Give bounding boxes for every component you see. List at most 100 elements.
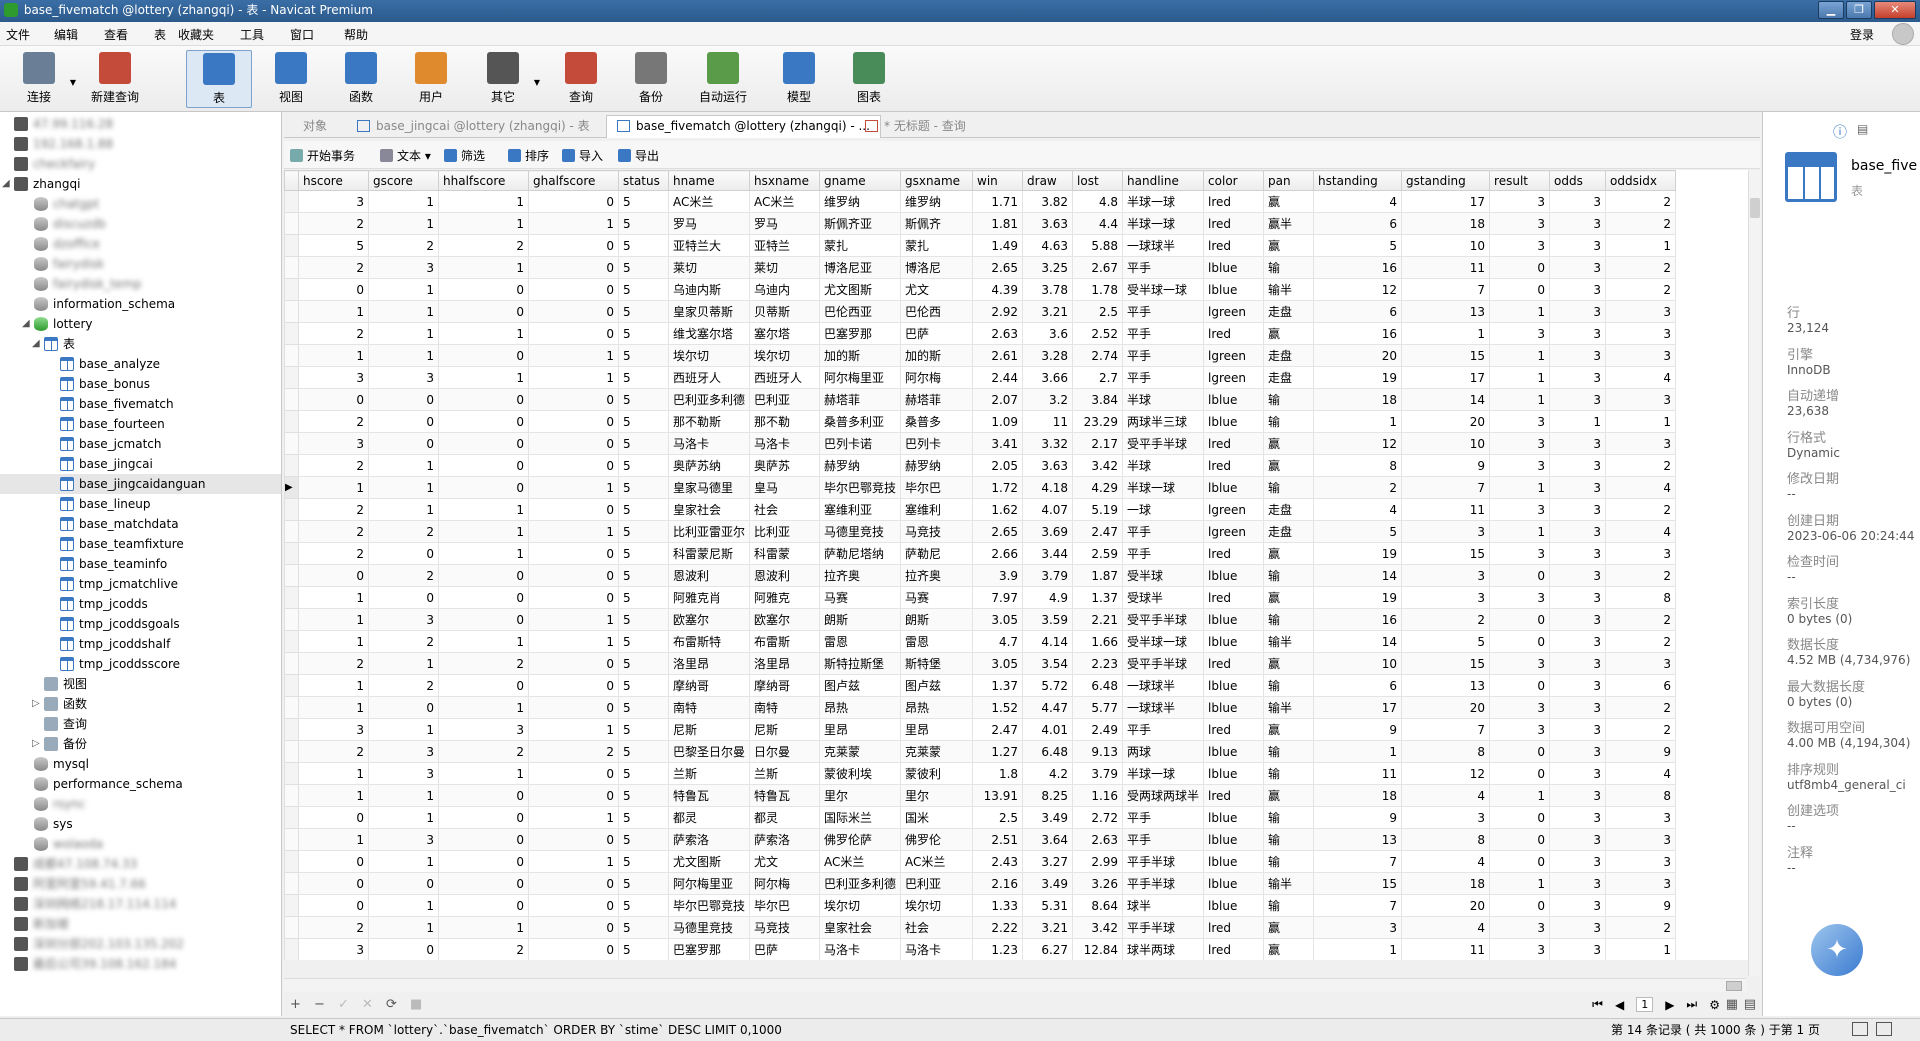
- table-row[interactable]: 0 1 0 0 5 乌迪内斯 乌迪内 尤文图斯 尤文 4.39 3.78 1.78 受半球一球 lblue…: [284, 278, 1677, 301]
- cell-ghalfscore[interactable]: 0: [528, 300, 619, 323]
- cell-result[interactable]: 0: [1489, 806, 1551, 829]
- column-header-gsxname[interactable]: gsxname: [900, 170, 974, 191]
- tree-item[interactable]: base_jingcai: [60, 454, 153, 474]
- cell-ghalfscore[interactable]: 0: [528, 586, 619, 609]
- cell-handline[interactable]: 半球一球: [1122, 476, 1205, 499]
- cell-odds[interactable]: 3: [1549, 388, 1607, 411]
- column-header-result[interactable]: result: [1489, 170, 1551, 191]
- cell-pan[interactable]: 输: [1263, 850, 1315, 873]
- cell-result[interactable]: 0: [1489, 850, 1551, 873]
- cell-hsxname[interactable]: 洛里昂: [749, 652, 821, 675]
- cell-hname[interactable]: 尤文图斯: [667, 850, 751, 873]
- tree-item[interactable]: 深圳网络218.17.114.114: [14, 894, 176, 914]
- tree-item[interactable]: 函数: [44, 694, 87, 714]
- cell-ghalfscore[interactable]: 0: [528, 938, 619, 960]
- cell-gname[interactable]: 图卢兹: [819, 674, 902, 697]
- cell-gscore[interactable]: 0: [368, 696, 439, 719]
- cell-odds[interactable]: 3: [1549, 366, 1607, 389]
- cell-hname[interactable]: 摩纳哥: [667, 674, 751, 697]
- cell-win[interactable]: 2.61: [972, 344, 1024, 367]
- cell-ghalfscore[interactable]: 1: [528, 520, 619, 543]
- tree-item[interactable]: information_schema: [34, 294, 175, 314]
- cell-hsxname[interactable]: 欧塞尔: [749, 608, 821, 631]
- cell-hsxname[interactable]: AC米兰: [749, 190, 821, 213]
- cell-gscore[interactable]: 0: [368, 410, 439, 433]
- prev-page-icon[interactable]: ◀: [1615, 998, 1624, 1012]
- tree-item[interactable]: zhangqi: [14, 174, 80, 194]
- cell-win[interactable]: 2.05: [972, 454, 1024, 477]
- cell-gstanding[interactable]: 11: [1401, 498, 1491, 521]
- stop-button[interactable]: ■: [410, 997, 422, 1012]
- tree-item[interactable]: wolaoda: [34, 834, 103, 854]
- cell-odds[interactable]: 3: [1549, 696, 1607, 719]
- toolbar-function-button[interactable]: 函数: [328, 50, 394, 108]
- cell-gscore[interactable]: 0: [368, 432, 439, 455]
- cell-gstanding[interactable]: 10: [1401, 234, 1491, 257]
- cell-hname[interactable]: 奥萨苏纳: [667, 454, 751, 477]
- cell-color[interactable]: lred: [1203, 652, 1265, 675]
- cell-gname[interactable]: 里尔: [819, 784, 902, 807]
- cell-hname[interactable]: 比利亚雷亚尔: [667, 520, 751, 543]
- cell-ghalfscore[interactable]: 0: [528, 696, 619, 719]
- menu-view[interactable]: 查看: [104, 26, 128, 43]
- cell-hhalfscore[interactable]: 0: [438, 388, 529, 411]
- cell-gstanding[interactable]: 7: [1401, 476, 1491, 499]
- cell-status[interactable]: 5: [618, 432, 669, 455]
- cell-result[interactable]: 3: [1489, 938, 1551, 960]
- tree-item[interactable]: sys: [34, 814, 73, 834]
- cell-gstanding[interactable]: 12: [1401, 762, 1491, 785]
- expand-toggle-icon[interactable]: ◢: [22, 318, 30, 329]
- cell-hscore[interactable]: 1: [298, 696, 369, 719]
- cell-handline[interactable]: 平手: [1122, 828, 1205, 851]
- cell-gname[interactable]: 国际米兰: [819, 806, 902, 829]
- cell-win[interactable]: 4.39: [972, 278, 1024, 301]
- cell-pan[interactable]: 赢: [1263, 454, 1315, 477]
- table-row[interactable]: 3 1 3 1 5 尼斯 尼斯 里昂 里昂 2.47 4.01 2.49 平手 lred 赢 9 7 3 3 2: [284, 718, 1677, 741]
- cell-odds[interactable]: 3: [1549, 432, 1607, 455]
- cell-handline[interactable]: 半球: [1122, 388, 1205, 411]
- grid-view-icon[interactable]: ▦: [1726, 997, 1738, 1012]
- cell-hscore[interactable]: 2: [298, 520, 369, 543]
- cell-gname[interactable]: AC米兰: [819, 850, 902, 873]
- toolbar-plug-button[interactable]: 连接 ▼: [6, 50, 76, 108]
- cell-pan[interactable]: 输: [1263, 608, 1315, 631]
- cell-oddsidx[interactable]: 1: [1605, 410, 1677, 433]
- cell-hsxname[interactable]: 阿尔梅: [749, 872, 821, 895]
- row-selector[interactable]: ▶: [284, 476, 299, 499]
- cell-hstanding[interactable]: 5: [1313, 520, 1403, 543]
- cell-win[interactable]: 1.37: [972, 674, 1024, 697]
- cell-ghalfscore[interactable]: 0: [528, 652, 619, 675]
- cell-gscore[interactable]: 2: [368, 234, 439, 257]
- cell-oddsidx[interactable]: 2: [1605, 608, 1677, 631]
- cell-hsxname[interactable]: 恩波利: [749, 564, 821, 587]
- cell-gscore[interactable]: 1: [368, 322, 439, 345]
- cell-gsxname[interactable]: 维罗纳: [900, 190, 974, 213]
- row-selector[interactable]: [284, 190, 299, 213]
- cell-odds[interactable]: 3: [1549, 916, 1607, 939]
- cell-color[interactable]: lblue: [1203, 630, 1265, 653]
- cell-gscore[interactable]: 3: [368, 608, 439, 631]
- cell-lost[interactable]: 2.99: [1072, 850, 1124, 873]
- cell-hstanding[interactable]: 9: [1313, 806, 1403, 829]
- cell-hsxname[interactable]: 毕尔巴: [749, 894, 821, 917]
- cell-win[interactable]: 2.65: [972, 256, 1024, 279]
- cell-hscore[interactable]: 1: [298, 300, 369, 323]
- cell-result[interactable]: 0: [1489, 894, 1551, 917]
- cell-odds[interactable]: 3: [1549, 300, 1607, 323]
- cell-color[interactable]: lblue: [1203, 278, 1265, 301]
- row-selector[interactable]: [284, 388, 299, 411]
- tree-item[interactable]: base_teamfixture: [60, 534, 184, 554]
- cell-hstanding[interactable]: 16: [1313, 608, 1403, 631]
- cell-hname[interactable]: 兰斯: [667, 762, 751, 785]
- data-grid[interactable]: hscore gscore hhalfscore ghalfscore status hn…: [284, 170, 1759, 960]
- cell-lost[interactable]: 4.8: [1072, 190, 1124, 213]
- cell-hscore[interactable]: 1: [298, 784, 369, 807]
- cell-gstanding[interactable]: 18: [1401, 212, 1491, 235]
- sort-button[interactable]: 排序: [508, 147, 549, 164]
- row-selector[interactable]: [284, 498, 299, 521]
- cell-result[interactable]: 0: [1489, 256, 1551, 279]
- cell-hhalfscore[interactable]: 1: [438, 212, 529, 235]
- cell-oddsidx[interactable]: 9: [1605, 740, 1677, 763]
- cell-oddsidx[interactable]: 2: [1605, 696, 1677, 719]
- cell-oddsidx[interactable]: 8: [1605, 784, 1677, 807]
